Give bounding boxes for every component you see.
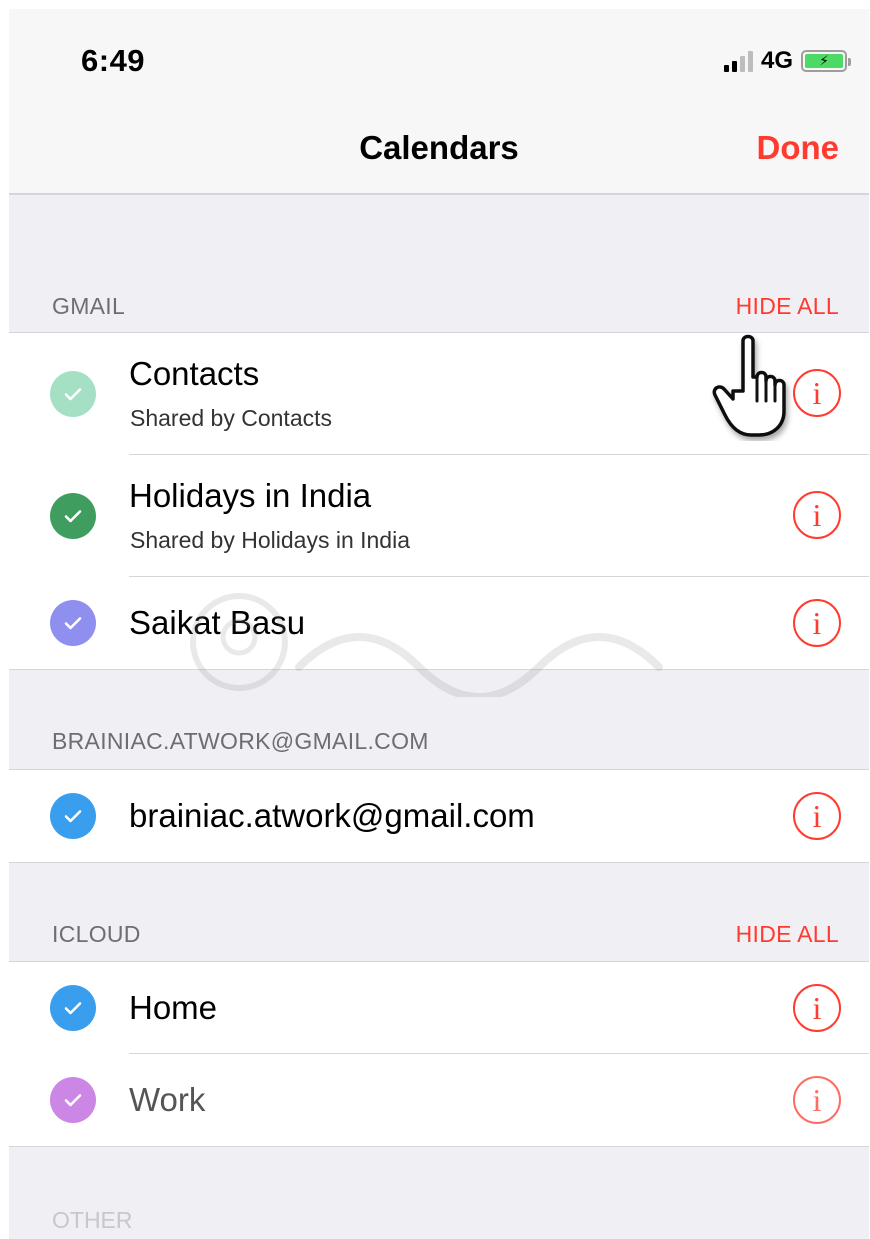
calendar-subtitle: Shared by Contacts (130, 405, 333, 431)
section-header-brainiac: BRAINIAC.ATWORK@GMAIL.COM (9, 723, 869, 763)
calendar-row[interactable]: Home i (9, 962, 869, 1054)
checkmark-icon[interactable] (50, 985, 96, 1031)
calendar-row[interactable]: Work i (9, 1054, 869, 1146)
info-icon[interactable]: i (793, 491, 841, 539)
section-label: BRAINIAC.ATWORK@GMAIL.COM (52, 728, 429, 754)
calendar-title: Saikat Basu (129, 604, 306, 641)
network-type: 4G (760, 47, 793, 74)
calendar-row[interactable]: Holidays in India Shared by Holidays in … (9, 455, 869, 577)
calendar-title: Home (129, 989, 218, 1026)
section-label: GMAIL (52, 293, 126, 319)
calendar-title: Work (129, 1081, 206, 1118)
top-bar: 6:49 4G ⚡ Calendars Done (9, 9, 869, 195)
calendars-screen: 6:49 4G ⚡ Calendars Done GMAIL HIDE ALL (9, 9, 869, 1239)
calendar-title: brainiac.atwork@gmail.com (129, 797, 535, 834)
calendar-row[interactable]: Contacts Shared by Contacts i (9, 333, 869, 455)
section-header-gmail: GMAIL HIDE ALL (9, 288, 869, 328)
battery-icon: ⚡ (801, 50, 851, 72)
info-icon[interactable]: i (793, 1076, 841, 1124)
checkmark-icon[interactable] (50, 793, 96, 839)
calendar-group-icloud: Home i Work i (9, 961, 869, 1147)
hide-all-button[interactable]: HIDE ALL (736, 293, 839, 320)
calendar-row[interactable]: brainiac.atwork@gmail.com i (9, 770, 869, 862)
page-title: Calendars (359, 129, 519, 166)
calendar-group-brainiac: brainiac.atwork@gmail.com i (9, 769, 869, 863)
calendar-title: Contacts (129, 355, 260, 392)
calendar-row[interactable]: Saikat Basu i (9, 577, 869, 669)
signal-icon (723, 50, 753, 72)
checkmark-icon[interactable] (50, 371, 96, 417)
hide-all-button[interactable]: HIDE ALL (736, 921, 839, 948)
info-icon[interactable]: i (793, 984, 841, 1032)
checkmark-icon[interactable] (50, 600, 96, 646)
section-header-other: OTHER (52, 1207, 133, 1233)
calendar-subtitle: Shared by Holidays in India (130, 527, 410, 553)
calendar-group-gmail: Contacts Shared by Contacts i Holidays i… (9, 332, 869, 670)
done-button[interactable]: Done (757, 129, 840, 167)
checkmark-icon[interactable] (50, 493, 96, 539)
info-icon[interactable]: i (793, 792, 841, 840)
info-icon[interactable]: i (793, 369, 841, 417)
info-icon[interactable]: i (793, 599, 841, 647)
checkmark-icon[interactable] (50, 1077, 96, 1123)
calendar-title: Holidays in India (129, 477, 372, 514)
section-header-icloud: ICLOUD HIDE ALL (9, 916, 869, 956)
section-label: ICLOUD (52, 921, 141, 947)
status-time: 6:49 (81, 43, 146, 78)
status-indicators: 4G ⚡ (723, 47, 851, 75)
